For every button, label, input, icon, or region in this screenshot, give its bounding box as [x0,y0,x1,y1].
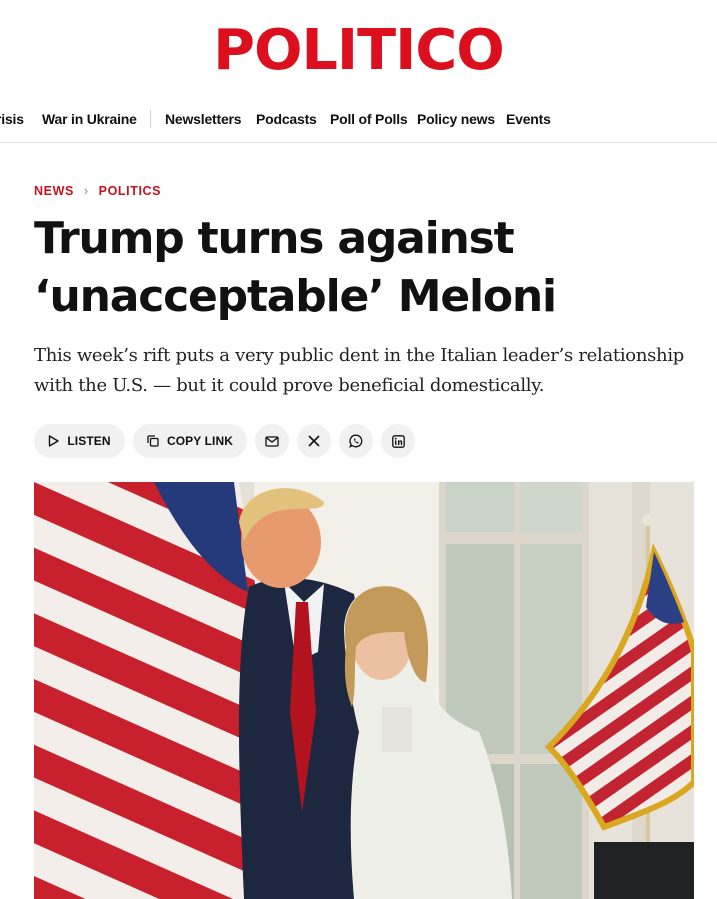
article-dek: This week’s rift puts a very public dent… [34,345,685,396]
headline-line-2: ‘unacceptable’ Meloni [34,271,557,322]
share-whatsapp-button[interactable] [339,424,373,458]
nav-item-podcasts[interactable]: Podcasts [256,111,317,127]
hero-image [34,482,694,899]
copy-link-label: COPY LINK [166,434,234,448]
header-logo-area: POLITICO [0,22,717,80]
breadcrumb-politics[interactable]: POLITICS [99,184,161,198]
copy-icon [147,435,159,447]
whatsapp-icon [349,434,363,448]
nav-item-events[interactable]: Events [506,111,551,127]
share-email-button[interactable] [255,424,289,458]
mail-icon [265,435,279,447]
headline-line-1: Trump turns against [34,213,515,264]
politico-logo[interactable]: POLITICO [213,22,505,80]
nav-item-war-in-ukraine[interactable]: War in Ukraine [42,111,137,127]
nav-divider [150,110,151,128]
nav-item-policy-news[interactable]: Policy news [417,111,495,127]
listen-button[interactable]: LISTEN [34,424,125,458]
x-icon [308,435,320,447]
chevron-right-icon: › [83,184,89,198]
copy-link-button[interactable]: COPY LINK [133,424,247,458]
play-icon [48,435,60,447]
top-nav: risis War in Ukraine Newsletters Podcast… [0,107,717,131]
nav-item-poll-of-polls[interactable]: Poll of Polls [330,111,408,127]
breadcrumb-news[interactable]: NEWS [34,184,74,198]
nav-item-newsletters[interactable]: Newsletters [165,111,242,127]
share-linkedin-button[interactable] [381,424,415,458]
nav-item-crisis[interactable]: risis [0,111,24,127]
share-x-button[interactable] [297,424,331,458]
page-title: Trump turns against ‘unacceptable’ Melon… [34,210,694,326]
linkedin-icon [391,434,405,448]
listen-label: LISTEN [67,434,111,448]
breadcrumb: NEWS › POLITICS [34,184,161,198]
header-divider [0,142,717,143]
